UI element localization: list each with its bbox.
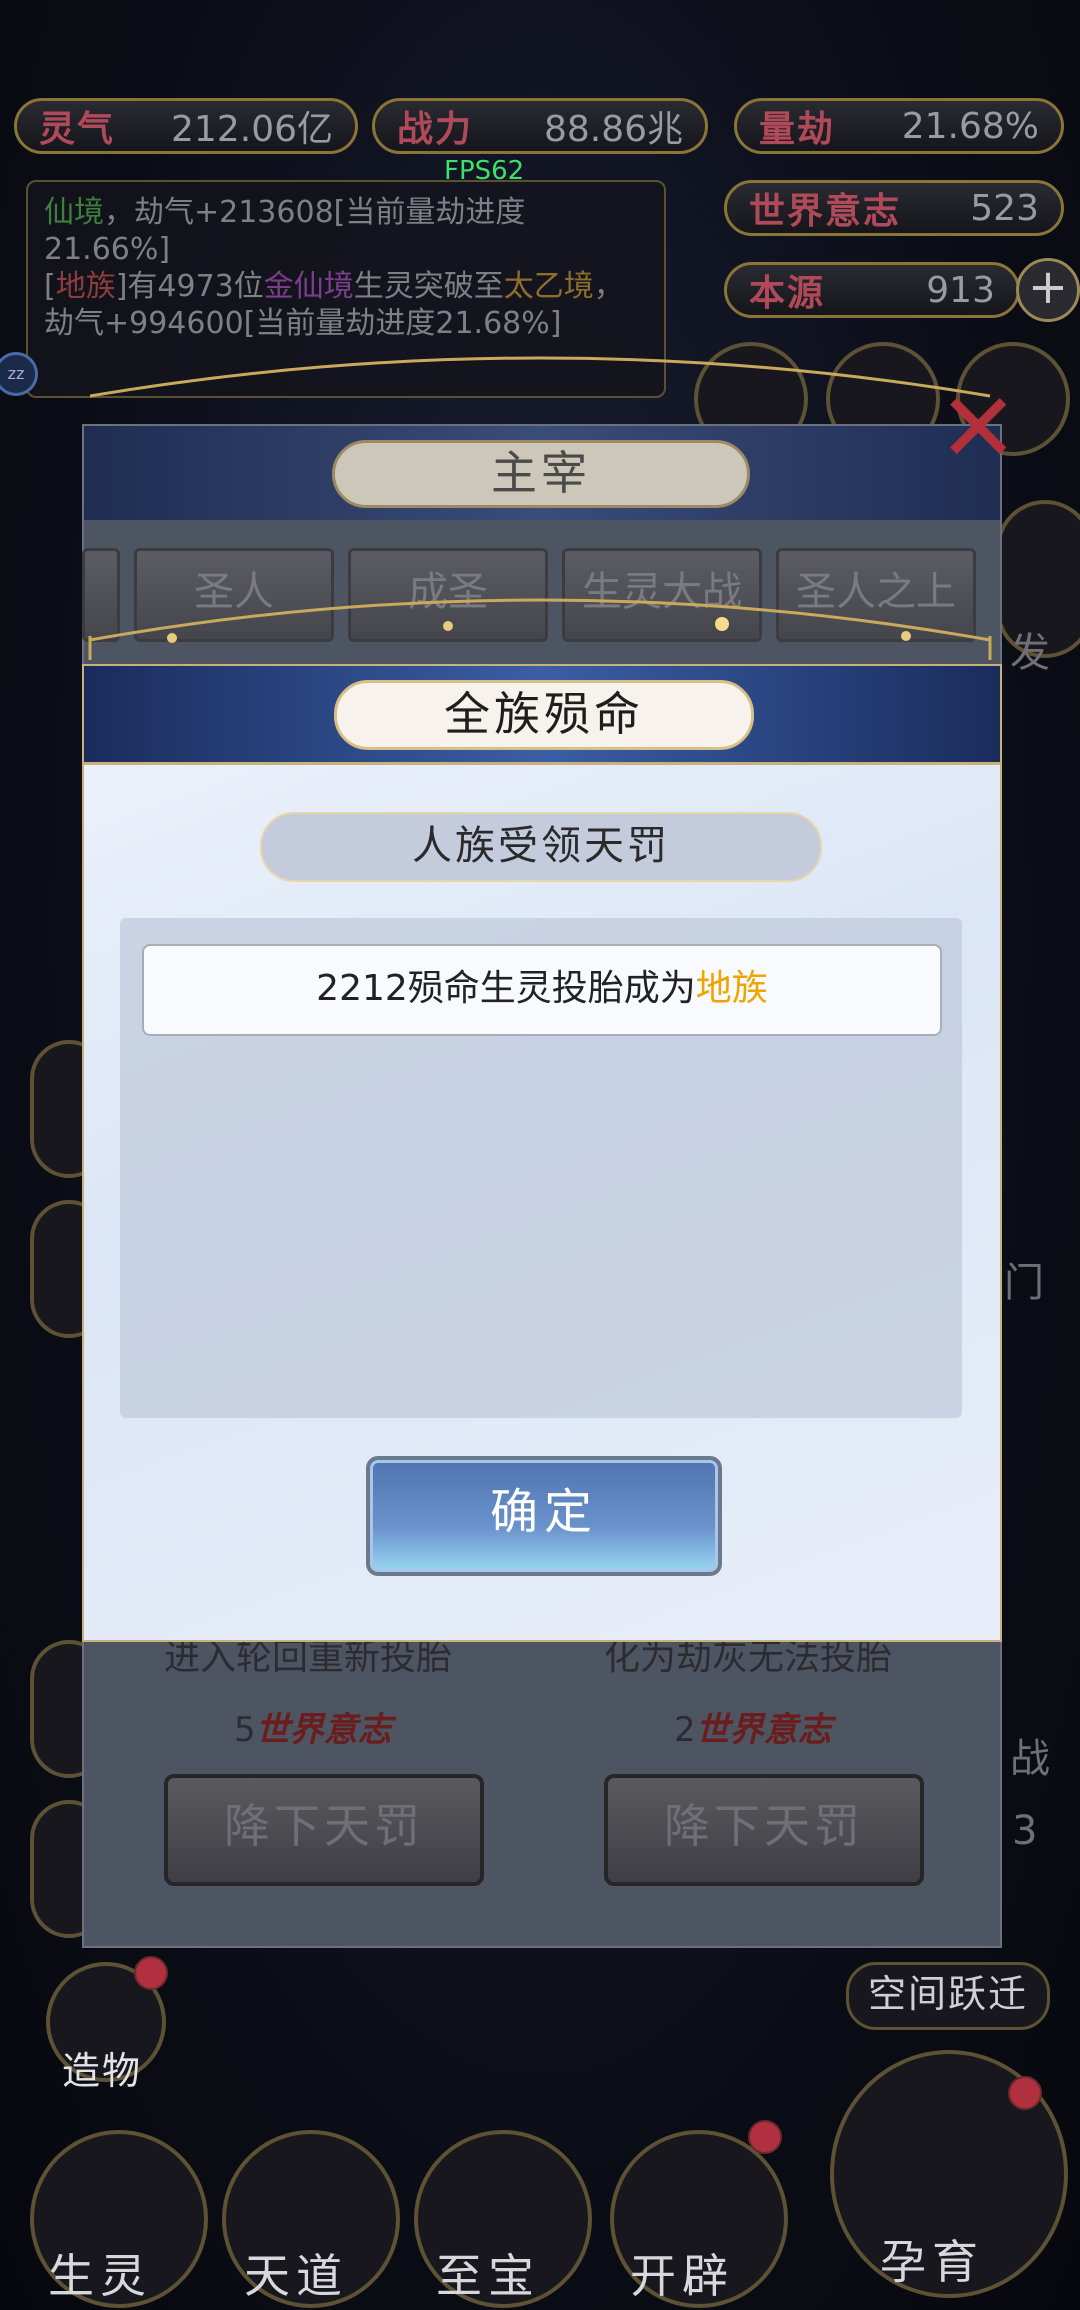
dialog-title: 全族殒命	[334, 680, 754, 750]
message-list: 2212殒命生灵投胎成为地族	[120, 918, 962, 1418]
arc-top	[89, 356, 991, 398]
full-clan-death-dialog: 全族殒命 人族受领天罚 2212殒命生灵投胎成为地族 确定	[82, 664, 1002, 1642]
arc-ends	[88, 636, 992, 660]
arc-node	[715, 617, 729, 631]
dialog-subtitle: 人族受领天罚	[260, 812, 822, 882]
arc-node	[901, 631, 911, 641]
arc-mid	[89, 598, 991, 642]
message-race: 地族	[695, 968, 768, 1009]
arc-node	[167, 633, 177, 643]
list-item: 2212殒命生灵投胎成为地族	[142, 944, 942, 1036]
message-text: 2212殒命生灵投胎成为	[316, 968, 696, 1009]
confirm-button[interactable]: 确定	[366, 1456, 722, 1576]
arc-node	[443, 621, 453, 631]
